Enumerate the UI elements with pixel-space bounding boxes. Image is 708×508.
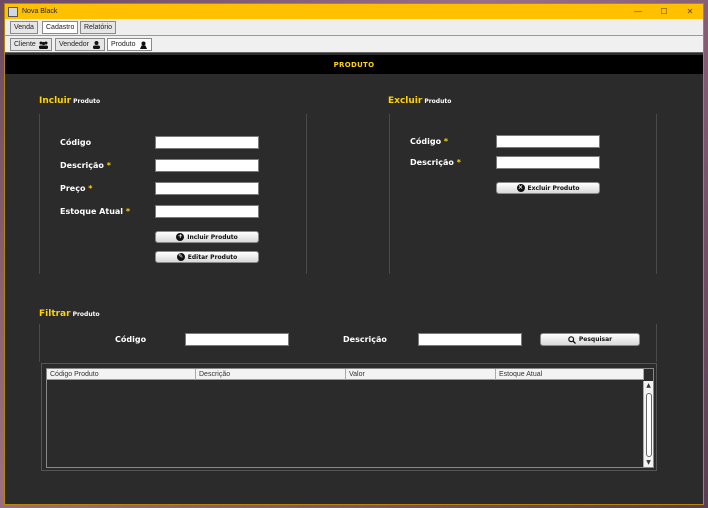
- column-header-descricao[interactable]: Descrição: [196, 369, 346, 380]
- tab-cadastro[interactable]: Cadastro: [42, 21, 79, 34]
- editar-produto-button[interactable]: ✎ Editar Produto: [155, 251, 259, 263]
- produtos-table-container: Código Produto Descrição Valor Estoque A…: [41, 363, 657, 471]
- product-icon: [139, 41, 147, 49]
- tab-vendedor[interactable]: Vendedor: [55, 38, 105, 51]
- incluir-produto-button[interactable]: + Incluir Produto: [155, 231, 259, 243]
- filtrar-title-text: Filtrar: [39, 309, 71, 319]
- excluir-title-text: Excluir: [388, 96, 423, 106]
- window-title: Nova Black: [22, 8, 58, 15]
- excluir-codigo-label: Código *: [410, 137, 449, 146]
- filtrar-descricao-label: Descrição: [343, 335, 387, 344]
- incluir-estoque-label: Estoque Atual *: [60, 207, 131, 216]
- sub-tabs: Cliente Vendedor Produto: [5, 36, 703, 53]
- page-header: PRODUTO: [5, 55, 703, 74]
- table-header: Código Produto Descrição Valor Estoque A…: [47, 369, 644, 380]
- tab-vendedor-label: Vendedor: [59, 41, 89, 48]
- search-icon: [568, 335, 576, 344]
- incluir-title-text: Incluir: [39, 96, 72, 106]
- pesquisar-button-label: Pesquisar: [578, 336, 613, 343]
- close-button[interactable]: ✕: [677, 4, 703, 19]
- excluir-title: Excluir Produto: [388, 96, 451, 106]
- excluir-subtitle: Produto: [424, 98, 452, 105]
- vertical-scrollbar[interactable]: ▲ ▼: [643, 381, 653, 467]
- tab-relatorio[interactable]: Relatório: [80, 21, 117, 34]
- close-circle-icon: ×: [516, 184, 525, 192]
- filtrar-descricao-input[interactable]: [418, 333, 522, 346]
- maximize-button[interactable]: ☐: [651, 4, 677, 19]
- column-header-codigo[interactable]: Código Produto: [47, 369, 196, 380]
- excluir-codigo-input[interactable]: [496, 135, 600, 148]
- scroll-down-icon[interactable]: ▼: [644, 458, 653, 467]
- app-icon: [8, 6, 18, 17]
- pesquisar-button[interactable]: Pesquisar: [540, 333, 640, 346]
- group-icon: [38, 41, 48, 49]
- incluir-subtitle: Produto: [73, 98, 101, 105]
- plus-circle-icon: +: [176, 233, 185, 241]
- incluir-codigo-label: Código: [60, 138, 92, 147]
- page-title: PRODUTO: [333, 60, 375, 69]
- main-window: Nova Black — ☐ ✕ Venda Cadastro Relatóri…: [4, 3, 704, 505]
- incluir-descricao-input[interactable]: [155, 159, 259, 172]
- edit-circle-icon: ✎: [176, 253, 185, 261]
- excluir-produto-button-label: Excluir Produto: [527, 184, 580, 192]
- excluir-descricao-label: Descrição *: [410, 158, 461, 167]
- incluir-codigo-input[interactable]: [155, 136, 259, 149]
- filtrar-codigo-label: Código: [115, 335, 147, 344]
- incluir-preco-input[interactable]: [155, 182, 259, 195]
- excluir-produto-button[interactable]: × Excluir Produto: [496, 182, 600, 194]
- tab-cliente-label: Cliente: [14, 41, 36, 48]
- incluir-preco-label: Preço *: [60, 184, 93, 193]
- main-tabs: Venda Cadastro Relatório: [5, 19, 703, 36]
- title-bar[interactable]: Nova Black — ☐ ✕: [5, 4, 703, 19]
- incluir-descricao-label: Descrição *: [60, 161, 111, 170]
- incluir-produto-button-label: Incluir Produto: [187, 233, 238, 241]
- excluir-descricao-input[interactable]: [496, 156, 600, 169]
- user-icon: [92, 40, 100, 49]
- column-header-valor[interactable]: Valor: [346, 369, 496, 380]
- scroll-thumb[interactable]: [646, 393, 652, 457]
- editar-produto-button-label: Editar Produto: [187, 253, 238, 261]
- incluir-title: Incluir Produto: [39, 96, 100, 106]
- tab-produto[interactable]: Produto: [107, 38, 152, 51]
- column-header-estoque[interactable]: Estoque Atual: [496, 369, 644, 380]
- filtrar-subtitle: Produto: [72, 311, 100, 318]
- minimize-button[interactable]: —: [625, 4, 651, 19]
- scroll-up-icon[interactable]: ▲: [644, 381, 653, 390]
- filtrar-codigo-input[interactable]: [185, 333, 289, 346]
- filtrar-title: Filtrar Produto: [39, 309, 100, 319]
- incluir-estoque-input[interactable]: [155, 205, 259, 218]
- produtos-table[interactable]: Código Produto Descrição Valor Estoque A…: [46, 368, 654, 468]
- tab-produto-label: Produto: [111, 41, 136, 48]
- tab-cliente[interactable]: Cliente: [10, 38, 52, 51]
- tab-venda[interactable]: Venda: [10, 21, 38, 34]
